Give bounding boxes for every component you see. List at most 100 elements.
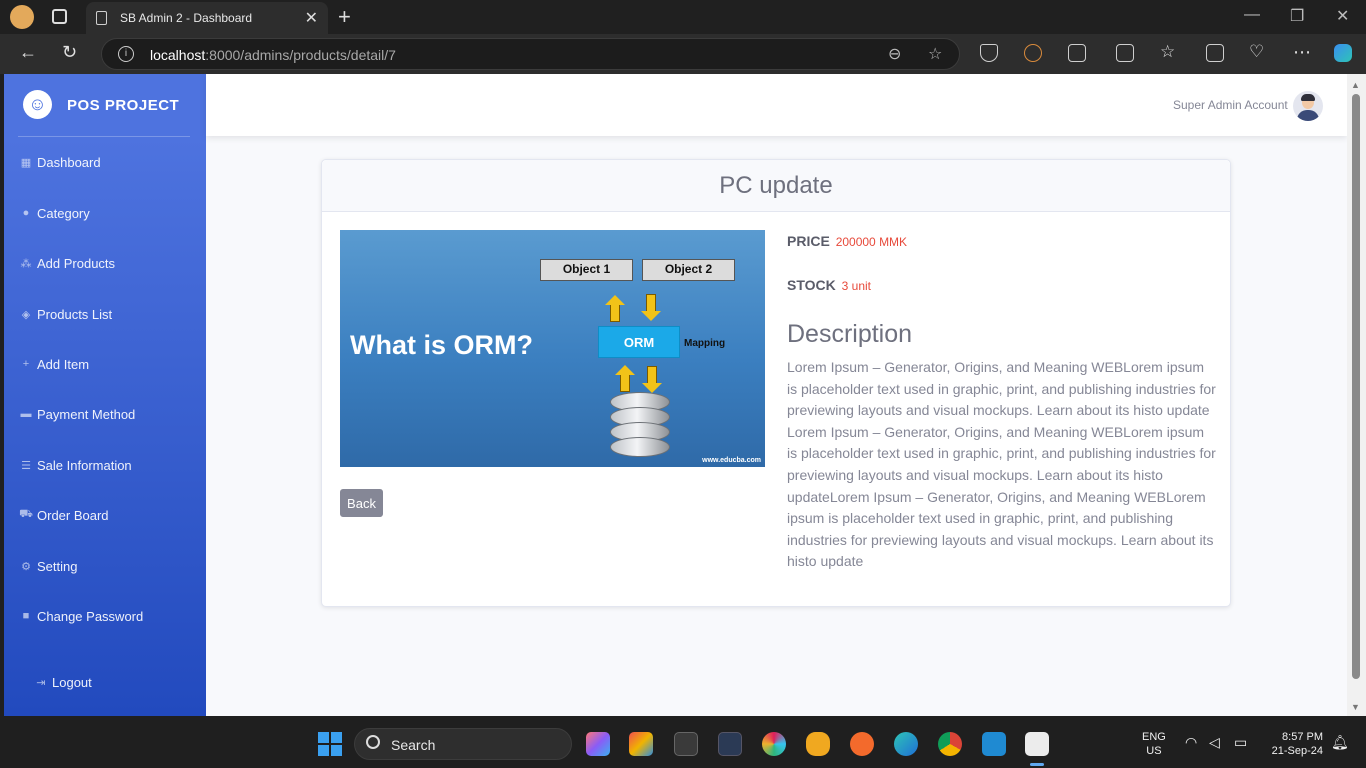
postman-icon[interactable] <box>850 732 874 756</box>
sidebar: ☺ POS PROJECT ▦ Dashboard ● Category ⁂ A… <box>4 74 206 716</box>
close-tab-icon[interactable]: ✕ <box>305 8 318 28</box>
new-tab-icon[interactable]: + <box>338 4 351 30</box>
sidebar-item-label: Products List <box>37 306 113 322</box>
copilot-icon[interactable] <box>1334 44 1352 62</box>
image-heading: What is ORM? <box>350 330 533 360</box>
active-app-indicator <box>1030 763 1044 766</box>
sidebar-item-dashboard[interactable]: ▦ Dashboard <box>18 150 101 174</box>
price-row: PRICE 200000 MMK <box>787 233 907 249</box>
sidebar-item-label: Logout <box>52 674 92 690</box>
sidebar-item-add-products[interactable]: ⁂ Add Products <box>18 251 116 275</box>
page-scrollbar[interactable]: ▲ ▼ <box>1347 74 1366 716</box>
arrow-down-icon <box>641 294 661 321</box>
close-window-icon[interactable]: ✕ <box>1336 6 1349 26</box>
collections-icon[interactable] <box>1206 44 1224 62</box>
orm-box: ORM <box>598 326 680 358</box>
favorite-star-icon[interactable]: ☆ <box>928 44 942 64</box>
list-icon: ☰ <box>21 459 31 472</box>
app-window: ☺ POS PROJECT ▦ Dashboard ● Category ⁂ A… <box>4 74 1347 716</box>
volume-icon[interactable]: ◁ <box>1209 734 1220 751</box>
card-icon: ▬ <box>20 408 32 420</box>
product-title: PC update <box>719 172 833 199</box>
sidebar-brand[interactable]: ☺ POS PROJECT <box>4 74 206 136</box>
sign-out-icon: ⇥ <box>36 676 46 689</box>
tab-actions-icon[interactable] <box>52 9 67 24</box>
sidebar-item-logout[interactable]: ⇥ Logout <box>33 670 92 694</box>
circle-icon: ● <box>22 207 30 219</box>
performance-heart-icon[interactable]: ♡ <box>1249 42 1264 62</box>
clock[interactable]: 8:57 PM 21-Sep-24 <box>1265 730 1323 758</box>
favorites-icon[interactable]: ☆ <box>1160 42 1175 62</box>
copilot-app-icon[interactable] <box>586 732 610 756</box>
sidebar-item-add-item[interactable]: + Add Item <box>18 352 89 376</box>
sidebar-item-label: Change Password <box>37 608 144 624</box>
arrow-down-icon <box>642 366 662 393</box>
sidebar-item-sale-information[interactable]: ☰ Sale Information <box>18 453 132 477</box>
sidebar-item-label: Setting <box>37 558 78 574</box>
topbar: Super Admin Account <box>206 74 1347 136</box>
object1-box: Object 1 <box>540 259 633 281</box>
edge-icon[interactable] <box>894 732 918 756</box>
sidebar-item-change-password[interactable]: ■ Change Password <box>18 604 144 628</box>
price-label: PRICE <box>787 233 830 249</box>
scrollbar-thumb[interactable] <box>1352 94 1360 679</box>
search-icon <box>366 735 380 749</box>
sitemap-icon: ⁂ <box>20 257 32 270</box>
refresh-icon[interactable]: ↻ <box>62 42 77 63</box>
sidebar-item-products-list[interactable]: ◈ Products List <box>18 302 112 326</box>
scroll-down-icon[interactable]: ▼ <box>1351 702 1360 712</box>
sidebar-item-label: Add Products <box>37 255 116 271</box>
sidebar-item-payment-method[interactable]: ▬ Payment Method <box>18 402 136 426</box>
back-button[interactable]: Back <box>340 489 383 517</box>
extensions-icon[interactable] <box>1068 44 1086 62</box>
database-app-icon[interactable] <box>718 732 742 756</box>
snipping-tool-icon[interactable] <box>1025 732 1049 756</box>
database-icon <box>610 392 670 458</box>
back-arrow-icon[interactable]: ← <box>19 42 37 63</box>
taskbar-search[interactable]: Search <box>354 728 572 760</box>
scroll-up-icon[interactable]: ▲ <box>1351 80 1360 90</box>
page-icon <box>96 11 107 25</box>
sidebar-item-order-board[interactable]: ⛟ Order Board <box>18 503 109 527</box>
app-icon[interactable] <box>629 732 653 756</box>
avatar[interactable] <box>1293 91 1323 121</box>
browser-tab[interactable]: SB Admin 2 - Dashboard ✕ <box>86 2 328 34</box>
address-bar[interactable]: i localhost:8000/admins/products/detail/… <box>101 38 960 70</box>
battery-icon[interactable]: ▭ <box>1234 734 1247 751</box>
split-screen-icon[interactable] <box>1116 44 1134 62</box>
search-label: Search <box>391 737 436 753</box>
restore-icon[interactable]: ❐ <box>1290 6 1304 26</box>
layers-icon: ◈ <box>21 308 31 321</box>
windows-start-icon[interactable] <box>318 732 342 756</box>
site-info-icon[interactable]: i <box>118 46 134 62</box>
chrome-icon[interactable] <box>938 732 962 756</box>
terminal-icon[interactable] <box>674 732 698 756</box>
slack-icon[interactable] <box>762 732 786 756</box>
price-value: 200000 MMK <box>835 235 908 249</box>
wifi-icon[interactable]: ◠ <box>1185 734 1197 751</box>
app-icon[interactable] <box>806 732 830 756</box>
stock-row: STOCK 3 unit <box>787 277 871 293</box>
shield-extension-icon[interactable] <box>980 44 998 62</box>
notification-bell-icon[interactable]: 🔔︎ <box>1331 734 1349 751</box>
zoom-out-icon[interactable]: ⊖ <box>888 44 901 64</box>
sidebar-item-setting[interactable]: ⚙ Setting <box>18 554 77 578</box>
cookie-extension-icon[interactable] <box>1024 44 1042 62</box>
vscode-icon[interactable] <box>982 732 1006 756</box>
sidebar-item-label: Dashboard <box>37 154 101 170</box>
sidebar-item-category[interactable]: ● Category <box>18 201 90 225</box>
sidebar-item-label: Payment Method <box>37 406 136 422</box>
url-text[interactable]: localhost:8000/admins/products/detail/7 <box>150 47 396 63</box>
cart-icon: ⛟ <box>19 508 33 520</box>
user-name[interactable]: Super Admin Account <box>1173 98 1288 112</box>
minimize-icon[interactable]: — <box>1244 6 1260 24</box>
sidebar-item-label: Category <box>37 205 90 221</box>
language-indicator[interactable]: ENG US <box>1142 730 1166 758</box>
product-image: Object 1 Object 2 ORM Mapping What is OR… <box>340 230 765 467</box>
laugh-wink-icon: ☺ <box>23 90 52 119</box>
browser-profile-icon[interactable] <box>10 5 34 29</box>
image-credit: www.educba.com <box>702 457 761 464</box>
object2-box: Object 2 <box>642 259 735 281</box>
sidebar-item-label: Order Board <box>37 507 109 523</box>
more-menu-icon[interactable]: ⋯ <box>1293 42 1311 63</box>
